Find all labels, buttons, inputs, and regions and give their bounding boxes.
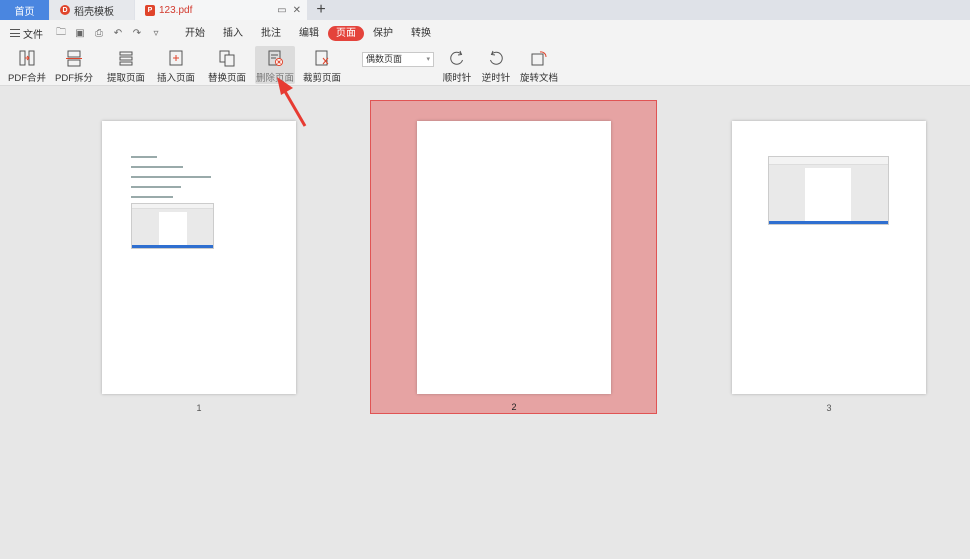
tab-home[interactable]: 首页 (0, 0, 49, 20)
new-tab-button[interactable]: + (307, 0, 335, 20)
pdf-merge-button[interactable]: PDF合并 (8, 46, 46, 84)
save-icon[interactable]: ▣ (74, 28, 86, 39)
file-menu-label: 文件 (23, 29, 43, 41)
crop-page-label: 裁剪页面 (303, 73, 342, 84)
page-range-value: 偶数页面 (366, 54, 403, 64)
insert-page-icon (169, 50, 183, 66)
menu-item-5[interactable]: 保护 (364, 26, 402, 41)
embedded-screenshot-image (768, 156, 889, 225)
rotate-document-button[interactable]: 旋转文档 (520, 46, 558, 84)
replace-page-icon (219, 50, 235, 67)
text-line (131, 176, 211, 178)
rotate-document-label: 旋转文档 (520, 73, 559, 84)
split-icon (66, 50, 82, 67)
open-folder-icon[interactable]: 🗀 (55, 25, 67, 42)
rotate-counterclockwise-icon (490, 50, 503, 65)
delete-page-icon (268, 50, 283, 66)
print-icon[interactable]: ⎙ (93, 28, 105, 39)
insert-page-button[interactable]: 插入页面 (154, 46, 198, 84)
pdf-file-icon: P (145, 4, 155, 16)
text-line (131, 186, 181, 188)
pdf-split-button[interactable]: PDF拆分 (55, 46, 93, 84)
rotate-counterclockwise-label: 逆时针 (481, 73, 511, 84)
redo-icon[interactable]: ↷ (131, 28, 143, 39)
menu-item-2[interactable]: 批注 (252, 26, 290, 41)
pdf-merge-label: PDF合并 (8, 73, 47, 84)
page-ribbon-toolbar: PDF合并 PDF拆分 提取页面 插入页面 替换页面 删除页面 裁剪页面 偶数页… (0, 46, 970, 86)
rotate-document-icon (531, 51, 547, 66)
chevron-down-icon: ▾ (426, 56, 430, 63)
pin-icon[interactable]: ▭ (277, 5, 286, 16)
crop-page-icon (315, 50, 329, 66)
text-line (131, 166, 183, 168)
delete-page-button[interactable]: 删除页面 (255, 46, 295, 84)
page-number-1: 1 (196, 403, 202, 413)
hamburger-icon (10, 29, 20, 37)
rotate-counterclockwise-button[interactable]: 逆时针 (481, 46, 511, 84)
text-line (131, 196, 173, 198)
page-number-2: 2 (511, 402, 517, 412)
tab-bar: 首页 D 稻壳模板 P 123.pdf ▭ ✕ + (0, 0, 970, 20)
embedded-screenshot-image (131, 203, 214, 249)
delete-page-label: 删除页面 (255, 73, 294, 84)
tab-pdf-document[interactable]: P 123.pdf ▭ ✕ (135, 0, 307, 20)
rotate-clockwise-label: 顺时针 (442, 73, 472, 84)
page-thumbnail-2[interactable] (417, 121, 611, 394)
extract-pages-label: 提取页面 (106, 73, 145, 84)
merge-icon (19, 50, 35, 66)
pdf-split-label: PDF拆分 (55, 73, 94, 84)
page-range-select[interactable]: 偶数页面 ▾ (362, 52, 434, 67)
tab-home-label: 首页 (14, 6, 35, 18)
file-menu[interactable]: 文件 (0, 26, 50, 41)
page-thumbnail-1[interactable] (102, 121, 296, 394)
menu-item-1[interactable]: 插入 (214, 26, 252, 41)
menu-item-4[interactable]: 页面 (328, 25, 364, 41)
more-dropdown-icon[interactable]: ▿ (150, 28, 162, 39)
daoke-logo-icon: D (60, 5, 70, 15)
tab-daoke-template[interactable]: D 稻壳模板 (50, 0, 134, 20)
menu-bar: 文件 🗀 ▣ ⎙ ↶ ↷ ▿ 开始 插入 批注 编辑 页面 保护 转换 (0, 20, 970, 46)
menu-item-0[interactable]: 开始 (176, 26, 214, 41)
replace-page-button[interactable]: 替换页面 (208, 46, 246, 84)
page-thumbnail-3[interactable] (732, 121, 926, 394)
plus-icon: + (316, 1, 326, 18)
extract-pages-icon (119, 51, 133, 66)
rotate-clockwise-button[interactable]: 顺时针 (442, 46, 472, 84)
text-line (131, 156, 157, 158)
tab-daoke-label: 稻壳模板 (74, 6, 114, 18)
undo-icon[interactable]: ↶ (112, 28, 124, 39)
insert-page-label: 插入页面 (156, 73, 195, 84)
extract-pages-button[interactable]: 提取页面 (106, 46, 146, 84)
menu-item-3[interactable]: 编辑 (290, 26, 328, 41)
rotate-clockwise-icon (450, 50, 463, 65)
replace-page-label: 替换页面 (208, 73, 247, 84)
menu-item-6[interactable]: 转换 (402, 26, 440, 41)
crop-page-button[interactable]: 裁剪页面 (303, 46, 341, 84)
menu-items: 开始 插入 批注 编辑 页面 保护 转换 (176, 25, 440, 41)
page-number-3: 3 (826, 403, 832, 413)
quick-access-toolbar: 🗀 ▣ ⎙ ↶ ↷ ▿ (55, 25, 162, 42)
close-icon[interactable]: ✕ (293, 5, 301, 16)
tab-pdf-label: 123.pdf (159, 4, 193, 16)
